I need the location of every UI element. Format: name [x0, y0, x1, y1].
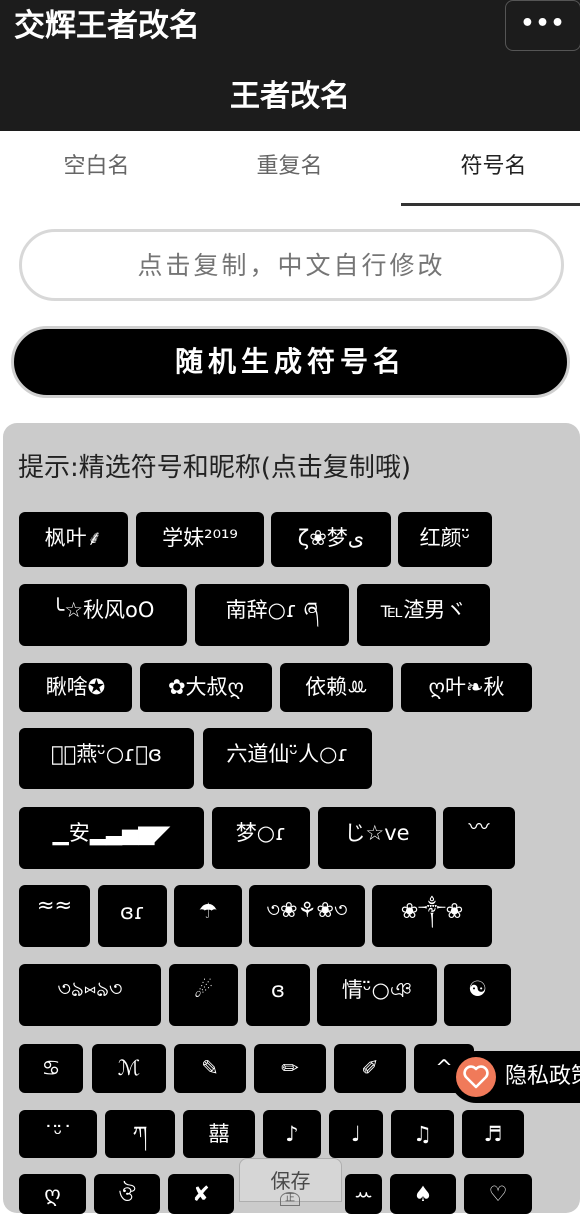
symbol-chip[interactable]: ☯ [444, 964, 511, 1026]
heart-icon [456, 1057, 496, 1097]
save-button[interactable]: 保存 正 [239, 1158, 342, 1206]
symbol-chip[interactable]: 枫叶⸙ [19, 512, 128, 567]
symbol-chip[interactable]: ɞ [246, 964, 310, 1026]
symbol-chip[interactable]: ཞ⃝燕ᵕ̈○ɾ⃝ɞ [19, 728, 194, 789]
symbol-chip[interactable]: ✿大叔ღ [140, 663, 272, 712]
symbol-chip[interactable]: ღ [19, 1174, 86, 1214]
save-label: 保存 [270, 1169, 311, 1193]
privacy-policy-label: 隐私政策 [505, 1064, 580, 1089]
symbol-chip[interactable]: ζ❀梦ی [271, 512, 391, 567]
app-title: 交辉王者改名 [14, 8, 200, 44]
symbol-chip[interactable]: ঔ [94, 1174, 160, 1214]
symbol-chip[interactable]: ✏ [254, 1044, 326, 1093]
symbol-chip[interactable]: ৩ঌ⑅ঌ৩ [19, 964, 161, 1026]
symbol-chip[interactable]: 梦○ɾ [212, 807, 310, 869]
save-icon: 正 [280, 1192, 300, 1206]
name-input[interactable] [19, 229, 564, 301]
symbol-chip[interactable]: ♋ [19, 1044, 83, 1093]
symbol-chip[interactable]: ɞɾ [98, 885, 167, 947]
symbol-chip[interactable]: じ☆ve [318, 807, 436, 869]
symbol-chip[interactable]: 红颜ᵕ̈ [398, 512, 492, 567]
symbol-chip[interactable]: ♠ [390, 1174, 456, 1214]
symbol-chip[interactable]: ♬ [462, 1110, 524, 1158]
symbol-chip[interactable]: 六道仙ᵕ̈人○ɾ [203, 728, 372, 789]
symbol-chip[interactable]: ≈≈ [19, 885, 90, 947]
more-options-button[interactable]: ••• [505, 0, 580, 51]
symbol-chip[interactable]: ✘ [168, 1174, 234, 1214]
symbol-chip[interactable]: 瞅啥✪ [19, 663, 132, 712]
symbol-chip[interactable]: ✐ [334, 1044, 406, 1093]
tab-symbol-name[interactable]: 符号名 [397, 151, 580, 183]
symbol-chip[interactable]: ▁安▂▃▅▆◤ [19, 807, 204, 869]
active-tab-indicator [401, 203, 580, 206]
symbol-chip[interactable]: ♩ [329, 1110, 383, 1158]
symbol-chip[interactable]: ❀༒❀ [372, 885, 492, 947]
symbol-chip[interactable]: ˙ᵕ̈˙ [19, 1110, 97, 1158]
page-title: 王者改名 [230, 79, 350, 114]
symbol-chip[interactable]: ╰☆秋风oO [19, 584, 187, 646]
symbol-chip[interactable]: 学妹²⁰¹⁹ [136, 512, 264, 567]
symbol-chip[interactable]: ☄ [169, 964, 238, 1026]
symbol-chip[interactable]: ৩❀⚘❀৩ [249, 885, 365, 947]
symbol-chip[interactable]: ♫ [391, 1110, 454, 1158]
symbol-chip[interactable]: ღ叶❧秋 [401, 663, 532, 712]
symbol-chip[interactable]: ✎ [174, 1044, 246, 1093]
symbol-chip[interactable]: 依赖ꔛ [280, 663, 393, 712]
symbol-chip[interactable]: ♡ [464, 1174, 532, 1214]
symbol-chip[interactable]: ཀ [105, 1110, 175, 1158]
symbol-chip[interactable]: ♪ [263, 1110, 321, 1158]
generate-symbol-name-button[interactable]: 随机生成符号名 [11, 326, 570, 398]
symbol-chip[interactable]: 囍 [183, 1110, 255, 1158]
top-bar: 交辉王者改名 ••• 王者改名 [0, 0, 580, 131]
symbol-chip[interactable]: ℳ [92, 1044, 166, 1093]
symbol-chip[interactable]: ℡渣男ヾ [357, 584, 490, 646]
privacy-policy-button[interactable]: 隐私政策 [450, 1051, 580, 1103]
symbol-chip[interactable]: 南辞○ɾ ཞ [195, 584, 349, 646]
symbol-chip[interactable]: 情ᵕ̈○ঞ [317, 964, 437, 1026]
tab-blank-name[interactable]: 空白名 [0, 151, 193, 183]
tab-bar: 空白名 重复名 符号名 [0, 131, 580, 208]
symbol-chip[interactable]: ☂ [174, 885, 242, 947]
symbol-chip[interactable]: 〰 [443, 807, 515, 869]
symbol-chip[interactable]: ꕀ [345, 1174, 382, 1214]
hint-text: 提示:精选符号和昵称(点击复制哦) [18, 453, 412, 483]
tab-repeat-name[interactable]: 重复名 [193, 151, 386, 183]
